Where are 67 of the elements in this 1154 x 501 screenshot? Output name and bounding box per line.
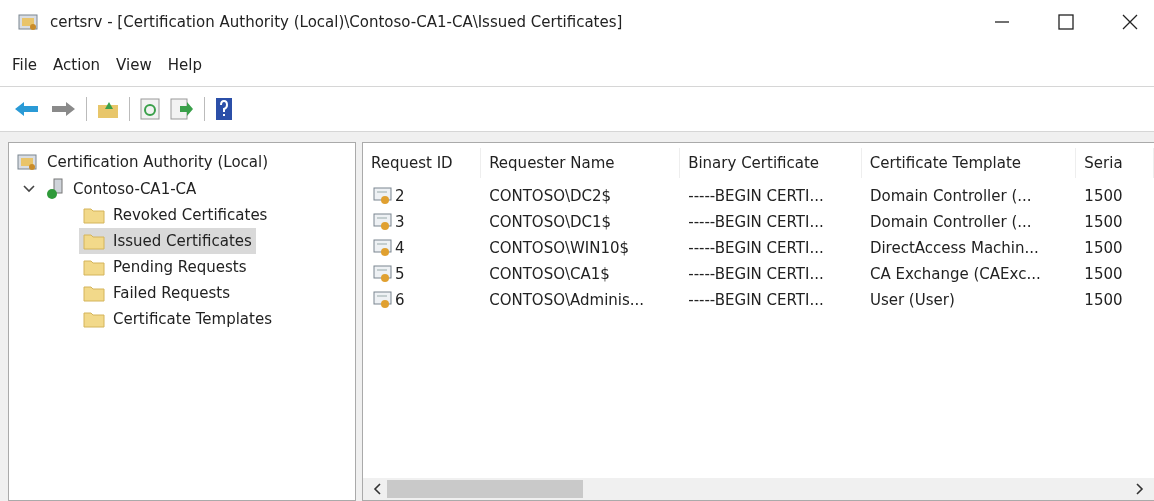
folder-icon [83,206,105,224]
table-cell-text: CONTOSO\Adminis... [488,291,646,309]
window-title: certsrv - [Certification Authority (Local)\Contoso-CA1-CA\Issued Certificates] [50,13,623,31]
table-cell-text: 1500 [1083,187,1124,205]
app-icon [18,12,40,32]
scrollbar-thumb[interactable] [387,480,583,498]
back-arrow-icon[interactable] [14,100,40,118]
table-cell-text: 1500 [1083,239,1124,257]
table-cell-text: CONTOSO\DC1$ [488,213,613,231]
chevron-icon[interactable] [23,184,35,194]
certificate-icon [373,186,393,206]
help-icon[interactable] [215,97,233,121]
tree-item[interactable]: Pending Requests [79,254,251,280]
table-cell-text: -----BEGIN CERTI... [687,213,825,231]
table-cell-text: DirectAccess Machin... [868,239,1040,257]
table-cell-text: CONTOSO\WIN10$ [488,239,631,257]
certificate-icon [373,264,393,284]
menu-item[interactable]: Help [167,56,202,74]
column-header[interactable]: Requester Name [481,148,681,178]
certificate-authority-icon [17,152,39,172]
export-list-icon[interactable] [170,98,194,120]
table-cell: 5 [395,265,405,283]
menu-item[interactable]: Action [53,56,101,74]
table-cell: 2 [395,187,405,205]
table-cell: 6 [395,291,405,309]
folder-icon [83,232,105,250]
column-header[interactable]: Binary Certificate [680,148,862,178]
table-cell-text: 1500 [1083,291,1124,309]
menu-item[interactable]: View [116,56,152,74]
folder-icon [83,310,105,328]
column-header[interactable]: Request ID [363,148,482,178]
table-cell-text: User (User) [868,291,956,309]
horizontal-scrollbar[interactable] [363,478,1154,500]
close-icon[interactable] [1122,14,1138,30]
folder-icon [83,258,105,276]
certificate-icon [373,238,393,258]
table-cell-text: 1500 [1083,265,1124,283]
certificate-icon [373,212,393,232]
column-header[interactable]: Seria [1076,148,1154,178]
certificate-icon [373,290,393,310]
table-cell: 4 [395,239,405,257]
scroll-right-icon[interactable] [1134,483,1144,495]
table-cell-text: -----BEGIN CERTI... [687,265,825,283]
maximize-icon[interactable] [1058,14,1074,30]
tree-item[interactable]: Failed Requests [79,280,235,306]
tree-item[interactable]: Revoked Certificates [79,202,272,228]
table-cell-text: -----BEGIN CERTI... [687,187,825,205]
table-cell-text: Domain Controller (... [868,187,1033,205]
table-cell-text: -----BEGIN CERTI... [687,239,825,257]
tree-item[interactable]: Contoso-CA1-CA [41,176,201,202]
tree-item[interactable]: Certificate Templates [79,306,276,332]
column-header[interactable]: Certificate Template [861,148,1077,178]
table-cell-text: 1500 [1083,213,1124,231]
table-cell-text: CONTOSO\DC2$ [488,187,613,205]
forward-arrow-icon[interactable] [50,100,76,118]
table-cell-text: CONTOSO\CA1$ [488,265,611,283]
table-cell: 3 [395,213,405,231]
tree-item[interactable]: Issued Certificates [79,228,256,254]
table-cell-text: -----BEGIN CERTI... [687,291,825,309]
scroll-left-icon[interactable] [373,483,383,495]
refresh-icon[interactable] [140,98,160,120]
server-icon [45,178,65,200]
table-cell-text: CA Exchange (CAExc... [868,265,1042,283]
table-cell-text: Domain Controller (... [868,213,1033,231]
folder-icon [83,284,105,302]
tree-item[interactable]: Certification Authority (Local) [13,149,273,175]
menu-item[interactable]: File [12,56,38,74]
